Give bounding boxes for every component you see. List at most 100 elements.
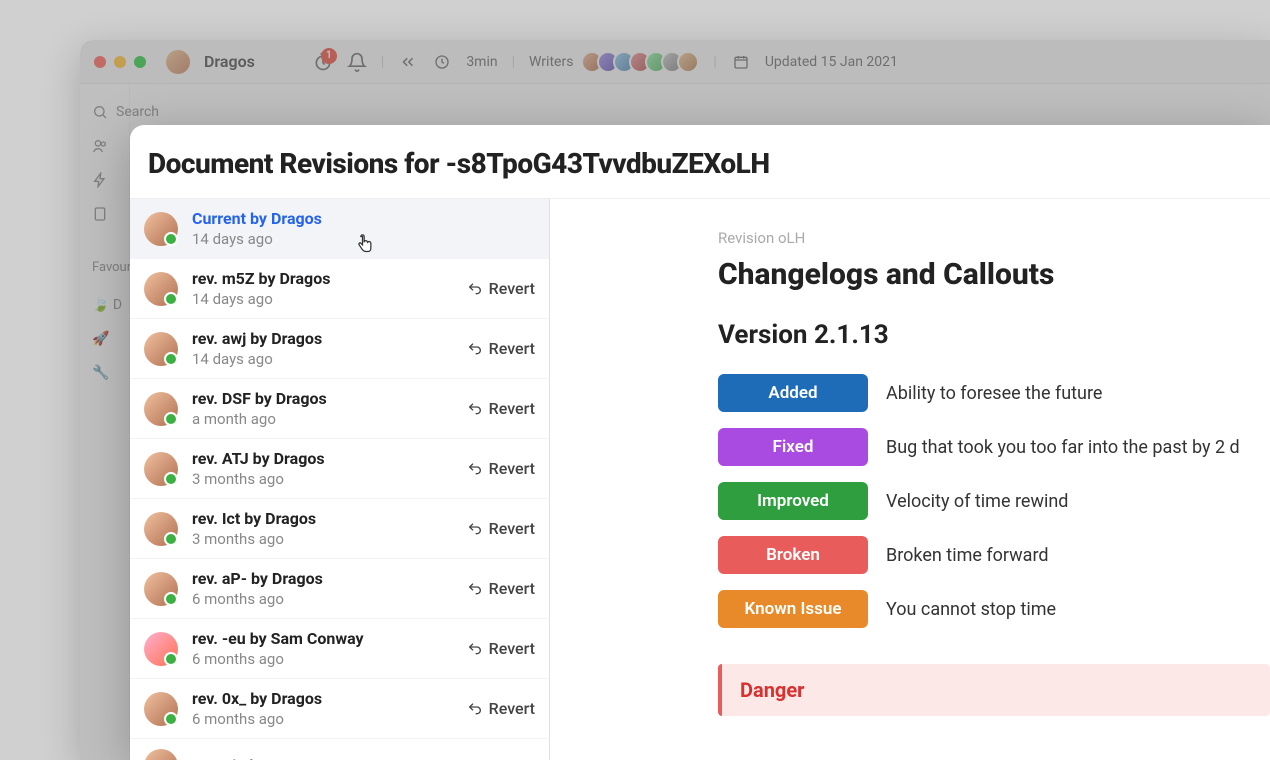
collaborator-avatar[interactable] <box>677 51 699 73</box>
revision-title: rev. DSF by Dragos <box>192 389 453 408</box>
search-input[interactable]: Search <box>92 104 159 120</box>
separator: | <box>713 54 716 70</box>
revert-icon <box>467 401 483 417</box>
changelog-text: Ability to foresee the future <box>886 383 1102 404</box>
clock-icon <box>432 52 452 72</box>
revert-button[interactable]: Revert <box>467 459 535 478</box>
search-icon <box>92 104 108 120</box>
sidebar-fav-item[interactable]: 🔧 <box>92 365 109 381</box>
revert-icon <box>467 281 483 297</box>
changelog-tag: Broken <box>718 536 868 574</box>
revision-author-avatar <box>144 392 178 426</box>
revision-author-avatar <box>144 692 178 726</box>
revision-time: 3 months ago <box>192 530 453 548</box>
timer-icon[interactable]: 1 <box>313 52 333 72</box>
revision-item[interactable]: rev. awj by Dragos 14 days ago Revert <box>130 319 549 379</box>
revision-title: rev. aP- by Dragos <box>192 569 453 588</box>
revert-button[interactable]: Revert <box>467 699 535 718</box>
revert-icon <box>467 461 483 477</box>
revert-button[interactable]: Revert <box>467 279 535 298</box>
revision-list[interactable]: Current by Dragos14 days agorev. m5Z by … <box>130 199 550 760</box>
sidebar-item[interactable] <box>92 138 108 154</box>
revision-item[interactable]: rev. Ict by Dragos 3 months ago Revert <box>130 499 549 559</box>
collaborator-avatars[interactable] <box>587 51 699 73</box>
notification-badge: 1 <box>321 48 337 64</box>
revert-button[interactable]: Revert <box>467 639 535 658</box>
username-label: Dragos <box>204 52 255 71</box>
revision-author-avatar <box>144 452 178 486</box>
callout-title: Danger <box>740 678 1252 702</box>
revision-item[interactable]: rev. aP- by Dragos 6 months ago Revert <box>130 559 549 619</box>
version-heading: Version 2.1.13 <box>718 320 1270 350</box>
modal-title: Document Revisions for -s8TpoG43TvvdbuZE… <box>130 125 1270 198</box>
revision-item[interactable]: rev. DSF by Dragos a month ago Revert <box>130 379 549 439</box>
sidebar-fav-item[interactable]: 🚀 <box>92 331 109 347</box>
revision-time: a month ago <box>192 410 453 428</box>
revision-title: rev. 0x_ by Dragos <box>192 689 453 708</box>
user-avatar[interactable] <box>166 50 190 74</box>
revision-time: 6 months ago <box>192 650 453 668</box>
changelog-row: Known IssueYou cannot stop time <box>718 590 1270 628</box>
revision-time: 6 months ago <box>192 590 453 608</box>
revert-button[interactable]: Revert <box>467 399 535 418</box>
revision-author-avatar <box>144 512 178 546</box>
revision-author-avatar <box>144 332 178 366</box>
titlebar: Dragos 1 | 3min | Writers | <box>80 40 1270 84</box>
sidebar-item[interactable] <box>92 172 108 188</box>
revision-item[interactable]: Current by Dragos14 days ago <box>130 199 549 259</box>
changelog-row: Improved Velocity of time rewind <box>718 482 1270 520</box>
revert-icon <box>467 701 483 717</box>
revert-button[interactable]: Revert <box>467 339 535 358</box>
bell-icon[interactable] <box>347 52 367 72</box>
sidebar: Search Favourites 🍃 D 🚀 🔧 <box>80 84 130 760</box>
sidebar-fav-item[interactable]: 🍃 D <box>92 297 122 313</box>
revision-author-avatar <box>144 272 178 306</box>
changelog-tag: Improved <box>718 482 868 520</box>
sidebar-item[interactable] <box>92 206 108 222</box>
revert-icon <box>467 521 483 537</box>
calendar-icon <box>731 52 751 72</box>
updated-text: Updated 15 Jan 2021 <box>765 54 898 70</box>
changelog-row: AddedAbility to foresee the future <box>718 374 1270 412</box>
revision-time: 3 months ago <box>192 470 453 488</box>
revert-icon <box>467 641 483 657</box>
revision-item[interactable]: rev. Rj0 by Dragos Revert <box>130 739 549 760</box>
revision-item[interactable]: rev. -eu by Sam Conway6 months agoRevert <box>130 619 549 679</box>
revision-item[interactable]: rev. ATJ by Dragos 3 months ago Revert <box>130 439 549 499</box>
revision-time: 14 days ago <box>192 350 453 368</box>
revision-item[interactable]: rev. m5Z by Dragos 14 days ago Revert <box>130 259 549 319</box>
danger-callout: Danger <box>718 664 1270 716</box>
revision-author-avatar <box>144 572 178 606</box>
revision-time: 14 days ago <box>192 230 535 248</box>
chevron-left-double-icon[interactable] <box>398 52 418 72</box>
changelog-text: Velocity of time rewind <box>886 491 1068 512</box>
changelog-tag: Fixed <box>718 428 868 466</box>
revert-button[interactable]: Revert <box>467 519 535 538</box>
changelog-text: Bug that took you too far into the past … <box>886 437 1240 458</box>
revision-author-avatar <box>144 212 178 246</box>
revisions-modal: Document Revisions for -s8TpoG43TvvdbuZE… <box>130 125 1270 760</box>
changelog-text: Broken time forward <box>886 545 1049 566</box>
doc-icon <box>92 206 108 222</box>
revert-button[interactable]: Revert <box>467 757 535 760</box>
timer-text: 3min <box>466 54 497 70</box>
minimize-window-icon[interactable] <box>114 56 126 68</box>
close-window-icon[interactable] <box>94 56 106 68</box>
revision-time: 14 days ago <box>192 290 453 308</box>
revert-icon <box>467 341 483 357</box>
maximize-window-icon[interactable] <box>134 56 146 68</box>
revision-title: rev. Rj0 by Dragos <box>192 756 453 760</box>
revision-item[interactable]: rev. 0x_ by Dragos 6 months ago Revert <box>130 679 549 739</box>
revert-button[interactable]: Revert <box>467 579 535 598</box>
group-label[interactable]: Writers <box>529 54 573 70</box>
changelog-row: Broken Broken time forward <box>718 536 1270 574</box>
revision-title: rev. m5Z by Dragos <box>192 269 453 288</box>
revision-title: rev. awj by Dragos <box>192 329 453 348</box>
revision-content: Revision oLH Changelogs and Callouts Ver… <box>550 199 1270 760</box>
separator: | <box>381 54 384 70</box>
revision-title: rev. Ict by Dragos <box>192 509 453 528</box>
revert-icon <box>467 581 483 597</box>
revision-title: rev. ATJ by Dragos <box>192 449 453 468</box>
revision-author-avatar <box>144 632 178 666</box>
revision-time: 6 months ago <box>192 710 453 728</box>
